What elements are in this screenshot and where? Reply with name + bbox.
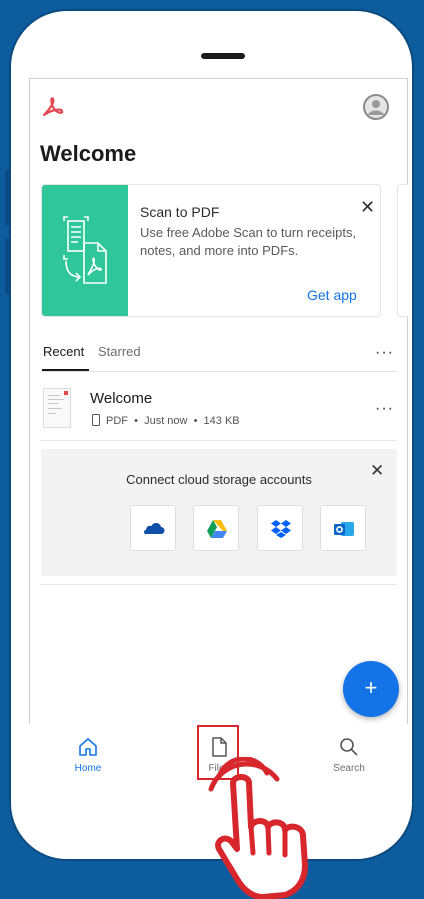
pdf-thumbnail-icon (43, 388, 71, 428)
phone-speaker (201, 53, 245, 59)
plus-icon: + (364, 675, 378, 700)
nav-home[interactable]: Home (53, 736, 123, 774)
tab-recent[interactable]: Recent (43, 344, 84, 359)
phone-volume-button (5, 238, 11, 294)
file-meta: PDF • Just now • 143 KB (92, 414, 240, 427)
divider (41, 371, 397, 372)
file-more-options-icon[interactable]: ··· (375, 400, 394, 418)
google-drive-icon (207, 520, 227, 538)
dropbox-icon (271, 520, 291, 538)
nav-home-label: Home (74, 763, 102, 774)
pointing-hand-icon (208, 757, 308, 899)
tab-starred[interactable]: Starred (98, 344, 141, 359)
outlook-button[interactable] (320, 505, 366, 551)
create-fab-button[interactable]: + (343, 661, 399, 717)
next-card-peek[interactable] (397, 184, 408, 317)
phone-device-icon (92, 414, 100, 426)
onedrive-button[interactable] (130, 505, 176, 551)
google-drive-button[interactable] (193, 505, 239, 551)
home-icon (79, 738, 97, 756)
onedrive-icon (144, 522, 165, 534)
cloud-card-title: Connect cloud storage accounts (126, 472, 312, 487)
scan-card-title: Scan to PDF (140, 204, 220, 220)
acrobat-logo-icon (42, 97, 64, 117)
file-name: Welcome (90, 390, 153, 407)
scan-card-description: Use free Adobe Scan to turn receipts, no… (140, 225, 357, 258)
scan-illustration (42, 185, 128, 316)
outlook-icon (334, 522, 354, 536)
search-icon (340, 738, 358, 756)
divider (41, 440, 397, 441)
file-meta-text: PDF • Just now • 143 KB (106, 415, 240, 427)
phone-volume-button (5, 170, 11, 226)
divider (41, 584, 397, 585)
scan-card-close-icon[interactable]: ✕ (360, 197, 375, 218)
scan-to-pdf-card: Scan to PDF Use free Adobe Scan to turn … (41, 184, 381, 317)
page-title: Welcome (40, 141, 137, 166)
recent-file-row[interactable]: Welcome PDF • Just now • 143 KB ··· (29, 378, 408, 438)
get-app-link[interactable]: Get app (307, 287, 357, 303)
cloud-card-close-icon[interactable]: ✕ (370, 461, 384, 481)
app-screen: Welcome Scan to PDF Use free Adobe Scan … (29, 78, 408, 790)
profile-avatar-icon[interactable] (363, 94, 389, 120)
cloud-storage-card: Connect cloud storage accounts ✕ (41, 449, 397, 576)
more-options-icon[interactable]: ··· (375, 344, 394, 362)
scan-document-icon (63, 216, 107, 284)
dropbox-button[interactable] (257, 505, 303, 551)
